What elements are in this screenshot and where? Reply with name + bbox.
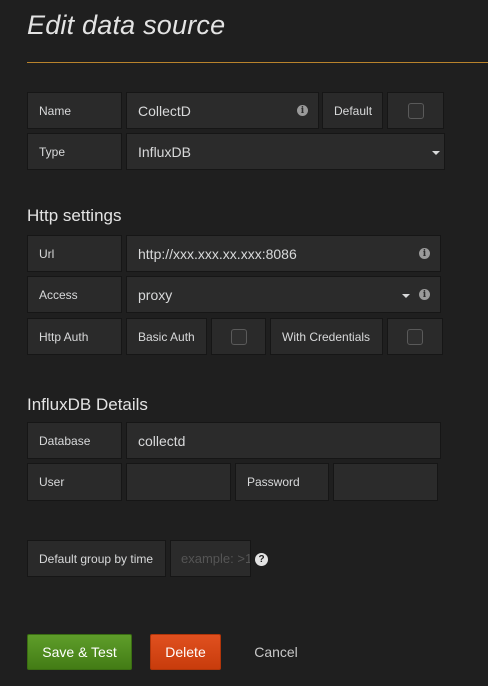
- delete-button[interactable]: Delete: [150, 634, 221, 670]
- group-by-label: Default group by time: [27, 540, 166, 577]
- with-credentials-checkbox[interactable]: [387, 318, 443, 355]
- database-input[interactable]: collectd: [126, 422, 441, 459]
- database-label: Database: [27, 422, 122, 459]
- page-title: Edit data source: [27, 10, 226, 40]
- group-by-input[interactable]: example: >10s: [170, 540, 251, 577]
- database-value: collectd: [138, 432, 186, 449]
- type-value: InfluxDB: [138, 143, 191, 160]
- default-label: Default: [322, 92, 383, 129]
- info-icon[interactable]: i: [297, 105, 308, 116]
- password-label: Password: [235, 463, 329, 501]
- access-label: Access: [27, 276, 122, 313]
- name-value: CollectD: [138, 102, 191, 119]
- access-select[interactable]: proxy i: [126, 276, 441, 313]
- info-icon[interactable]: i: [419, 248, 430, 259]
- type-label: Type: [27, 133, 122, 170]
- user-input[interactable]: [126, 463, 231, 501]
- cancel-button[interactable]: Cancel: [243, 634, 309, 670]
- checkbox-box[interactable]: [230, 328, 247, 345]
- checkbox-box[interactable]: [407, 328, 423, 345]
- url-value: http://xxx.xxx.xx.xxx:8086: [138, 245, 297, 262]
- default-checkbox[interactable]: [387, 92, 444, 129]
- user-label: User: [27, 463, 122, 501]
- http-settings-heading: Http settings: [27, 206, 122, 225]
- url-label: Url: [27, 235, 122, 272]
- password-input[interactable]: [333, 463, 438, 501]
- url-input[interactable]: http://xxx.xxx.xx.xxx:8086 i: [126, 235, 441, 272]
- influxdb-details-heading: InfluxDB Details: [27, 395, 148, 414]
- http-auth-label: Http Auth: [27, 318, 122, 355]
- caret-down-icon: [432, 151, 440, 155]
- name-label: Name: [27, 92, 122, 129]
- group-by-placeholder: example: >10s: [181, 551, 251, 566]
- checkbox-box[interactable]: [407, 102, 424, 119]
- save-test-button[interactable]: Save & Test: [27, 634, 132, 670]
- title-divider: [27, 62, 488, 63]
- name-field[interactable]: CollectD i: [126, 92, 319, 129]
- question-icon[interactable]: ?: [255, 553, 268, 566]
- access-value: proxy: [138, 286, 173, 303]
- basic-auth-checkbox[interactable]: [211, 318, 266, 355]
- type-select[interactable]: InfluxDB: [126, 133, 445, 170]
- info-icon[interactable]: i: [419, 289, 430, 300]
- with-credentials-label: With Credentials: [270, 318, 383, 355]
- basic-auth-label: Basic Auth: [126, 318, 207, 355]
- caret-down-icon: [402, 294, 410, 298]
